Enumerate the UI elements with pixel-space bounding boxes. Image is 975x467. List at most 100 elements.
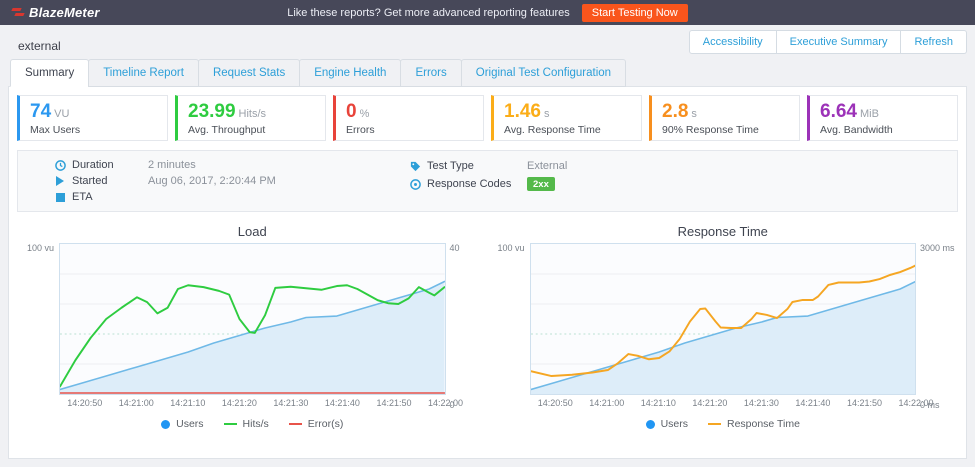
executive-summary-button[interactable]: Executive Summary bbox=[777, 30, 902, 54]
legend-item[interactable]: Users bbox=[646, 418, 688, 430]
info-value: 2 minutes bbox=[148, 159, 196, 171]
legend-item[interactable]: Users bbox=[161, 418, 203, 430]
info-row-duration: Duration 2 minutes bbox=[54, 159, 373, 171]
info-row-eta: ETA bbox=[54, 191, 373, 203]
y-axis-left-label: 100 vu bbox=[488, 243, 530, 410]
info-label: Test Type bbox=[427, 160, 527, 172]
kpi-value: 6.64 bbox=[820, 101, 857, 123]
refresh-button[interactable]: Refresh bbox=[901, 30, 967, 54]
kpi-unit: s bbox=[691, 108, 697, 120]
x-tick-label: 14:20:50 bbox=[538, 398, 573, 408]
response-time-plot-area[interactable] bbox=[530, 243, 917, 395]
legend-line-marker bbox=[224, 423, 237, 425]
x-tick-label: 14:21:40 bbox=[325, 398, 360, 408]
x-tick-label: 14:20:50 bbox=[67, 398, 102, 408]
kpi-row: 74VU Max Users 23.99Hits/s Avg. Throughp… bbox=[17, 95, 958, 141]
kpi-max-users: 74VU Max Users bbox=[17, 95, 168, 141]
tag-icon bbox=[409, 160, 421, 172]
kpi-unit: % bbox=[360, 108, 370, 120]
blazemeter-logo[interactable]: BlazeMeter bbox=[12, 5, 100, 20]
kpi-value: 74 bbox=[30, 101, 51, 123]
load-chart: Load 100 vu 14:20:5014:21:0014:21:1014:2… bbox=[17, 224, 488, 430]
x-tick-label: 14:21:20 bbox=[222, 398, 257, 408]
summary-panel: 74VU Max Users 23.99Hits/s Avg. Throughp… bbox=[8, 86, 967, 459]
legend-item[interactable]: Hits/s bbox=[224, 418, 269, 430]
stop-icon bbox=[54, 191, 66, 203]
charts-row: Load 100 vu 14:20:5014:21:0014:21:1014:2… bbox=[17, 224, 958, 430]
brand-name: BlazeMeter bbox=[29, 5, 100, 20]
legend-dot-marker bbox=[161, 420, 170, 429]
kpi-label: Avg. Response Time bbox=[504, 124, 631, 136]
tab-timeline-report[interactable]: Timeline Report bbox=[88, 59, 199, 87]
tab-original-test-configuration[interactable]: Original Test Configuration bbox=[461, 59, 626, 87]
info-label: ETA bbox=[72, 191, 148, 203]
x-tick-label: 14:22:00 bbox=[428, 398, 463, 408]
report-tabs: Summary Timeline Report Request Stats En… bbox=[0, 59, 975, 86]
kpi-value: 23.99 bbox=[188, 101, 236, 123]
x-tick-label: 14:21:00 bbox=[119, 398, 154, 408]
info-label: Response Codes bbox=[427, 178, 527, 190]
chart-title: Response Time bbox=[488, 224, 959, 239]
legend-line-marker bbox=[289, 423, 302, 425]
header-actions: Accessibility Executive Summary Refresh bbox=[689, 30, 967, 54]
promo-text: Like these reports? Get more advanced re… bbox=[287, 7, 570, 19]
x-tick-label: 14:21:30 bbox=[273, 398, 308, 408]
top-navbar: BlazeMeter Like these reports? Get more … bbox=[0, 0, 975, 25]
kpi-label: Max Users bbox=[30, 124, 157, 136]
kpi-unit: s bbox=[544, 108, 550, 120]
clock-icon bbox=[54, 159, 66, 171]
header-row: external Accessibility Executive Summary… bbox=[0, 25, 975, 59]
kpi-unit: VU bbox=[54, 108, 69, 120]
x-tick-label: 14:21:20 bbox=[692, 398, 727, 408]
kpi-errors: 0% Errors bbox=[333, 95, 484, 141]
x-tick-label: 14:21:50 bbox=[376, 398, 411, 408]
kpi-label: Avg. Bandwidth bbox=[820, 124, 947, 136]
x-tick-label: 14:21:50 bbox=[847, 398, 882, 408]
info-value: Aug 06, 2017, 2:20:44 PM bbox=[148, 175, 276, 187]
x-tick-label: 14:21:10 bbox=[641, 398, 676, 408]
kpi-value: 0 bbox=[346, 101, 357, 123]
kpi-avg-response-time: 1.46s Avg. Response Time bbox=[491, 95, 642, 141]
kpi-90-response-time: 2.8s 90% Response Time bbox=[649, 95, 800, 141]
x-tick-label: 14:21:30 bbox=[744, 398, 779, 408]
kpi-unit: MiB bbox=[860, 108, 879, 120]
x-tick-label: 14:21:10 bbox=[170, 398, 205, 408]
info-row-started: Started Aug 06, 2017, 2:20:44 PM bbox=[54, 175, 373, 187]
info-row-response-codes: Response Codes 2xx bbox=[409, 177, 947, 191]
x-tick-label: 14:22:00 bbox=[898, 398, 933, 408]
response-time-chart: Response Time 100 vu 14:20:50 14:21:00 14:… bbox=[488, 224, 959, 430]
response-codes-icon bbox=[409, 178, 421, 190]
tab-errors[interactable]: Errors bbox=[400, 59, 461, 87]
accessibility-button[interactable]: Accessibility bbox=[689, 30, 777, 54]
kpi-label: Avg. Throughput bbox=[188, 124, 315, 136]
tab-request-stats[interactable]: Request Stats bbox=[198, 59, 300, 87]
info-label: Started bbox=[72, 175, 148, 187]
y-axis-right-top-label: 40 bbox=[450, 243, 488, 253]
tab-engine-health[interactable]: Engine Health bbox=[299, 59, 401, 87]
y-axis-left-label: 100 vu bbox=[17, 243, 59, 410]
x-tick-label: 14:21:00 bbox=[589, 398, 624, 408]
x-ticks: 14:20:50 14:21:00 14:21:10 14:21:20 14:21:30… bbox=[59, 398, 446, 410]
load-plot-area[interactable] bbox=[59, 243, 446, 395]
kpi-unit: Hits/s bbox=[239, 108, 267, 120]
chart-legend: Users Response Time bbox=[488, 418, 959, 430]
x-tick-label: 14:21:40 bbox=[795, 398, 830, 408]
info-row-test-type: Test Type External bbox=[409, 159, 947, 173]
legend-dot-marker bbox=[646, 420, 655, 429]
blazemeter-flame-icon bbox=[12, 7, 25, 18]
y-axis-right-top-label: 3000 ms bbox=[920, 243, 958, 253]
kpi-value: 2.8 bbox=[662, 101, 688, 123]
chart-title: Load bbox=[17, 224, 488, 239]
kpi-label: 90% Response Time bbox=[662, 124, 789, 136]
legend-item[interactable]: Error(s) bbox=[289, 418, 344, 430]
kpi-avg-throughput: 23.99Hits/s Avg. Throughput bbox=[175, 95, 326, 141]
test-info-panel: Duration 2 minutes Started Aug 06, 2017,… bbox=[17, 150, 958, 212]
response-codes-badge[interactable]: 2xx bbox=[527, 177, 555, 191]
kpi-label: Errors bbox=[346, 124, 473, 136]
chart-legend: Users Hits/s Error(s) bbox=[17, 418, 488, 430]
tab-summary[interactable]: Summary bbox=[10, 59, 89, 87]
kpi-value: 1.46 bbox=[504, 101, 541, 123]
start-testing-now-button[interactable]: Start Testing Now bbox=[582, 4, 688, 22]
info-label: Duration bbox=[72, 159, 148, 171]
legend-item[interactable]: Response Time bbox=[708, 418, 800, 430]
